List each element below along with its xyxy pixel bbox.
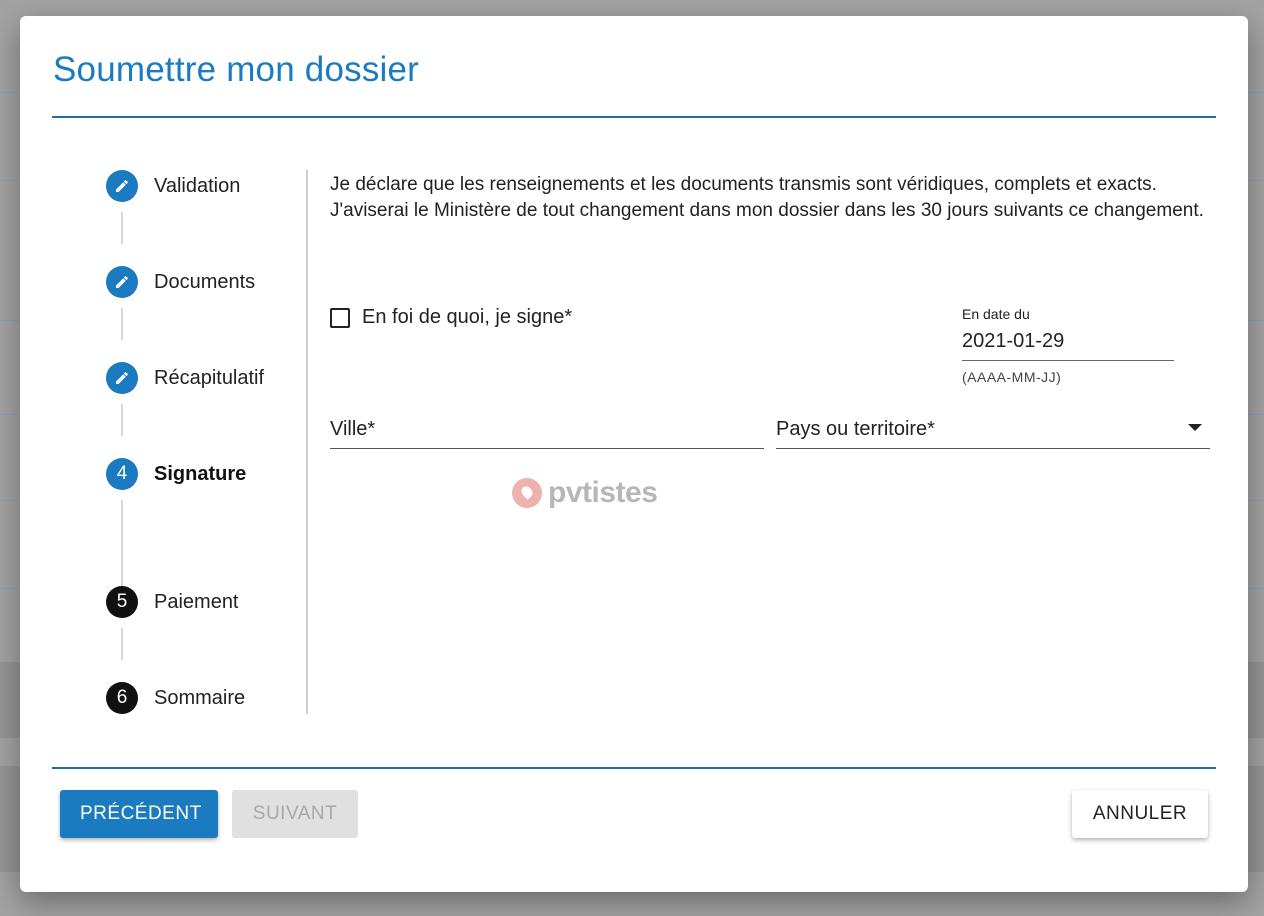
step-number-badge: 4 xyxy=(106,458,138,490)
city-input[interactable]: Ville* xyxy=(330,416,764,449)
pencil-icon xyxy=(106,170,138,202)
step-connector xyxy=(121,500,123,596)
sign-checkbox-row[interactable]: En foi de quoi, je signe* xyxy=(330,306,572,329)
city-placeholder: Ville* xyxy=(330,418,376,440)
step-signature: 4 Signature xyxy=(106,458,246,490)
step-connector xyxy=(121,212,123,244)
watermark-text: pvtistes xyxy=(548,476,658,509)
step-recapitulatif[interactable]: Récapitulatif xyxy=(106,362,264,394)
step-label: Sommaire xyxy=(154,686,246,709)
step-connector xyxy=(121,628,123,660)
step-label: Paiement xyxy=(154,590,239,613)
step-connector xyxy=(121,404,123,436)
date-format-hint: (AAAA-MM-JJ) xyxy=(962,369,1062,385)
step-paiement: 5 Paiement xyxy=(106,586,239,618)
dialog-title: Soumettre mon dossier xyxy=(53,50,420,89)
step-number-badge: 5 xyxy=(106,586,138,618)
next-button[interactable]: SUIVANT xyxy=(232,790,358,838)
pencil-icon xyxy=(106,266,138,298)
sign-checkbox[interactable] xyxy=(330,307,350,328)
step-label: Récapitulatif xyxy=(154,366,265,389)
title-divider xyxy=(52,116,1216,118)
previous-button[interactable]: PRÉCÉDENT xyxy=(60,790,218,838)
country-select[interactable]: Pays ou territoire* xyxy=(776,416,1210,449)
step-label: Signature xyxy=(154,462,247,485)
date-label: En date du xyxy=(962,306,1030,322)
step-number-badge: 6 xyxy=(106,682,138,714)
location-pin-icon xyxy=(512,478,542,508)
stepper-divider xyxy=(306,170,308,714)
step-label: Documents xyxy=(154,270,256,293)
step-connector xyxy=(121,308,123,340)
dropdown-arrow-icon[interactable] xyxy=(1188,424,1202,431)
date-field: En date du 2021-01-29 (AAAA-MM-JJ) xyxy=(962,306,1174,385)
pencil-icon xyxy=(106,362,138,394)
progress-stepper: Validation Documents Récapitulatif 4 Sig… xyxy=(106,170,306,730)
declaration-text: Je déclare que les renseignements et les… xyxy=(330,174,1204,221)
date-input[interactable]: 2021-01-29 xyxy=(962,326,1174,361)
country-placeholder: Pays ou territoire* xyxy=(776,418,935,440)
submit-dossier-dialog: Soumettre mon dossier Validation Documen… xyxy=(20,16,1248,892)
cancel-button[interactable]: ANNULER xyxy=(1072,790,1208,838)
step-sommaire: 6 Sommaire xyxy=(106,682,245,714)
step-validation[interactable]: Validation xyxy=(106,170,240,202)
footer-divider xyxy=(52,767,1216,769)
sign-checkbox-label[interactable]: En foi de quoi, je signe* xyxy=(362,306,572,329)
step-documents[interactable]: Documents xyxy=(106,266,255,298)
watermark: pvtistes xyxy=(512,476,658,510)
step-label: Validation xyxy=(154,174,241,197)
